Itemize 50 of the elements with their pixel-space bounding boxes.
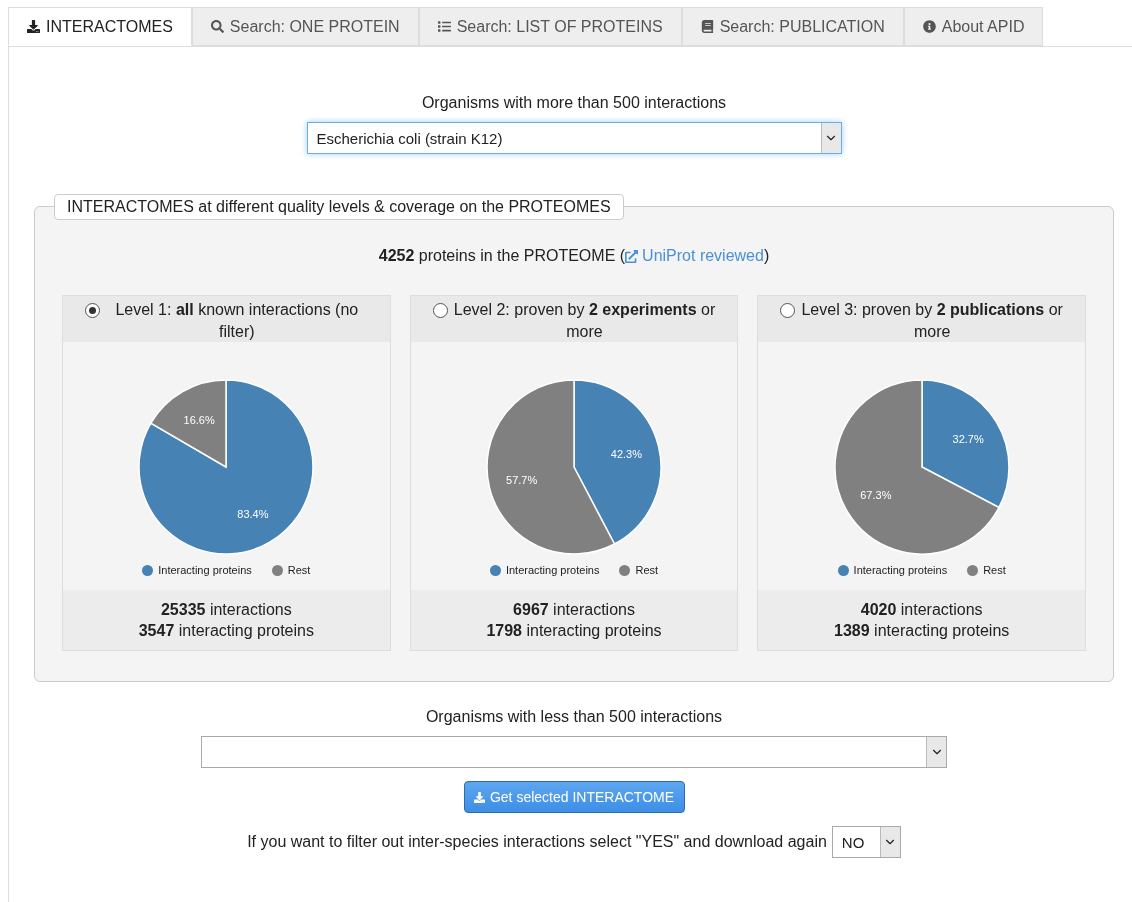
external-link-icon xyxy=(625,249,639,263)
legend-dot xyxy=(619,564,631,576)
legend-dot xyxy=(271,564,283,576)
organism-select[interactable]: Escherichia coli (strain K12) xyxy=(306,122,842,154)
proteome-count: 4252 proteins in the PROTEOME ( xyxy=(378,247,626,265)
protein-count: 1389 interacting proteins xyxy=(834,621,1010,641)
slice-label: 83.4% xyxy=(237,507,269,520)
closing-paren: ) xyxy=(763,247,770,265)
download-icon xyxy=(27,20,40,33)
info-icon xyxy=(922,20,936,33)
search-icon xyxy=(210,20,224,33)
legend-label: Rest xyxy=(635,564,659,576)
legend-dot xyxy=(142,564,154,576)
filter-instruction: If you want to filter out inter-species interactions select "YES" and download again xyxy=(247,833,827,851)
protein-count: 3547 interacting proteins xyxy=(138,621,314,641)
legend-label: Interacting proteins xyxy=(505,564,600,576)
interaction-count: 6967 interactions xyxy=(513,600,635,620)
download-icon xyxy=(473,791,485,803)
interaction-count: 4020 interactions xyxy=(860,600,983,620)
book-icon xyxy=(700,20,714,33)
tab[interactable]: Search: LIST OF PROTEINS xyxy=(418,7,682,46)
slice-label: 42.3% xyxy=(610,448,642,461)
radio-button[interactable] xyxy=(85,303,100,318)
legend-label: Interacting proteins xyxy=(853,564,948,576)
slice-label: 67.3% xyxy=(859,488,892,501)
field-label: Organisms with more than 500 interactions xyxy=(421,94,727,112)
legend-label: Interacting proteins xyxy=(158,564,252,576)
list-icon xyxy=(437,20,451,33)
interaction-count: 25335 interactions xyxy=(160,600,292,620)
level-title: Level 2: proven by 2 experiments or more xyxy=(453,300,716,342)
level-title: Level 1: all known interactions (no filter) xyxy=(114,300,360,342)
slice-label: 57.7% xyxy=(506,473,538,486)
legend-dot xyxy=(967,564,979,576)
legend-label: Rest xyxy=(287,564,311,576)
field-label: Organisms with less than 500 interactions xyxy=(425,708,723,726)
tab[interactable]: Search: ONE PROTEIN xyxy=(191,7,419,46)
tab[interactable]: About APID xyxy=(903,7,1044,46)
legend-dot xyxy=(837,564,849,576)
tab[interactable]: Search: PUBLICATION xyxy=(681,7,904,46)
slice-label: 32.7% xyxy=(952,433,984,446)
radio-button[interactable] xyxy=(432,303,448,318)
legend-label: Rest xyxy=(983,564,1006,576)
radio-button[interactable] xyxy=(780,303,796,318)
level-title: Level 3: proven by 2 publications or more xyxy=(801,300,1063,342)
protein-count: 1798 interacting proteins xyxy=(486,621,662,641)
legend-dot xyxy=(489,564,501,576)
panel-legend: INTERACTOMES at different quality levels & coverage on the PROTEOMES xyxy=(54,194,624,220)
slice-label: 16.6% xyxy=(183,414,216,427)
filter-select[interactable]: NO xyxy=(831,826,901,858)
tab[interactable]: INTERACTOMES xyxy=(8,7,192,46)
